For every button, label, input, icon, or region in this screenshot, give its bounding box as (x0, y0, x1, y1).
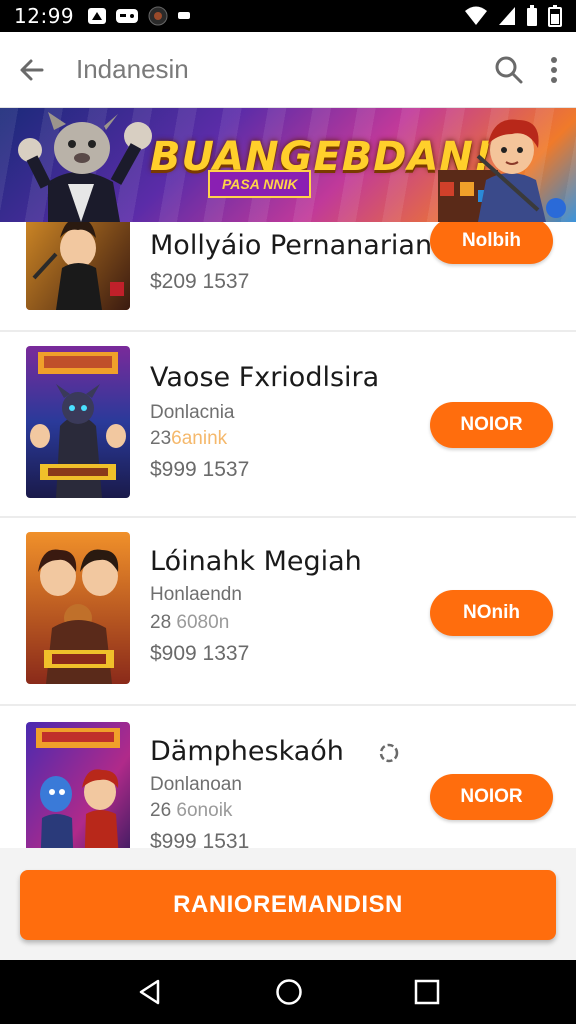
nav-recents-icon[interactable] (414, 979, 440, 1005)
promo-banner[interactable]: BUANGEBDAN! PASA NNIK (0, 108, 576, 222)
page-title: Indanesin (76, 54, 189, 84)
product-price: $999 1537 (150, 458, 250, 481)
product-title: Vaose Fxriodlsira (150, 362, 380, 393)
status-time: 12:99 (14, 4, 75, 28)
signal-icon (499, 7, 515, 25)
battery-icon-secondary (527, 5, 537, 26)
gamepad-notification-icon (116, 9, 139, 23)
product-thumbnail (26, 532, 130, 684)
app-bar: Indanesin (0, 32, 576, 108)
product-thumbnail (26, 346, 130, 498)
status-indicators (464, 5, 562, 27)
list-item[interactable]: Mollyáio Pernanarian $209 1537 Nolbih (0, 222, 576, 332)
avatar-notification-icon (148, 6, 168, 26)
loading-icon (379, 743, 399, 763)
buy-button[interactable]: Nolbih (430, 222, 553, 264)
more-vert-icon[interactable] (550, 56, 558, 84)
primary-action-button[interactable]: RANIOREMANDISN (20, 870, 556, 940)
list-item[interactable]: Dämpheskaóh Donlanoan 26 6onoik $999 153… (0, 706, 576, 848)
product-count-suffix: 6onoik (176, 800, 233, 821)
product-count: 236anink (150, 428, 227, 450)
product-count-suffix: 6080n (176, 612, 230, 633)
product-count: 26 6onoik (150, 800, 232, 822)
product-count-number: 28 (150, 612, 172, 633)
arrow-back-icon[interactable] (18, 56, 46, 84)
app-bar-actions (494, 55, 558, 85)
nav-back-icon[interactable] (136, 978, 164, 1006)
notification-icons (88, 6, 191, 26)
wifi-icon (465, 6, 487, 25)
hero-illustration (438, 119, 566, 222)
mascot-illustration (18, 112, 152, 222)
status-bar: 12:99 (0, 0, 576, 32)
product-title: Dämpheskaóh (150, 736, 344, 767)
product-price: $999 1531 (150, 830, 250, 848)
product-price: $209 1537 (150, 270, 250, 293)
product-title: Mollyáio Pernanarian (150, 230, 433, 261)
product-count-highlight: 6anink (171, 428, 228, 449)
product-price: $909 1337 (150, 642, 250, 665)
banner-tag: PASA NNIK (208, 170, 312, 198)
product-thumbnail (26, 722, 130, 848)
bottom-action-area: RANIOREMANDISN (0, 848, 576, 960)
search-icon[interactable] (494, 55, 524, 85)
product-subtitle: Donlanoan (150, 774, 242, 795)
product-count: 28 6080n (150, 612, 229, 634)
product-count-number: 26 (150, 800, 172, 821)
product-thumbnail (26, 222, 130, 310)
message-notification-icon (178, 12, 191, 19)
product-count-number: 23 (150, 428, 172, 449)
buy-button[interactable]: NOIOR (430, 774, 553, 820)
product-subtitle: Honlaendn (150, 584, 242, 605)
product-subtitle: Donlacnia (150, 402, 235, 423)
app-notification-icon (88, 8, 107, 24)
buy-button[interactable]: NOIOR (430, 402, 553, 448)
list-item[interactable]: Vaose Fxriodlsira Donlacnia 236anink $99… (0, 332, 576, 518)
list-item[interactable]: Lóinahk Megiah Honlaendn 28 6080n $909 1… (0, 518, 576, 706)
product-list[interactable]: Mollyáio Pernanarian $209 1537 Nolbih Va… (0, 222, 576, 848)
system-nav-bar (0, 960, 576, 1024)
buy-button[interactable]: NOnih (430, 590, 553, 636)
battery-icon (548, 5, 562, 27)
product-title: Lóinahk Megiah (150, 546, 362, 577)
nav-home-icon[interactable] (275, 978, 303, 1006)
